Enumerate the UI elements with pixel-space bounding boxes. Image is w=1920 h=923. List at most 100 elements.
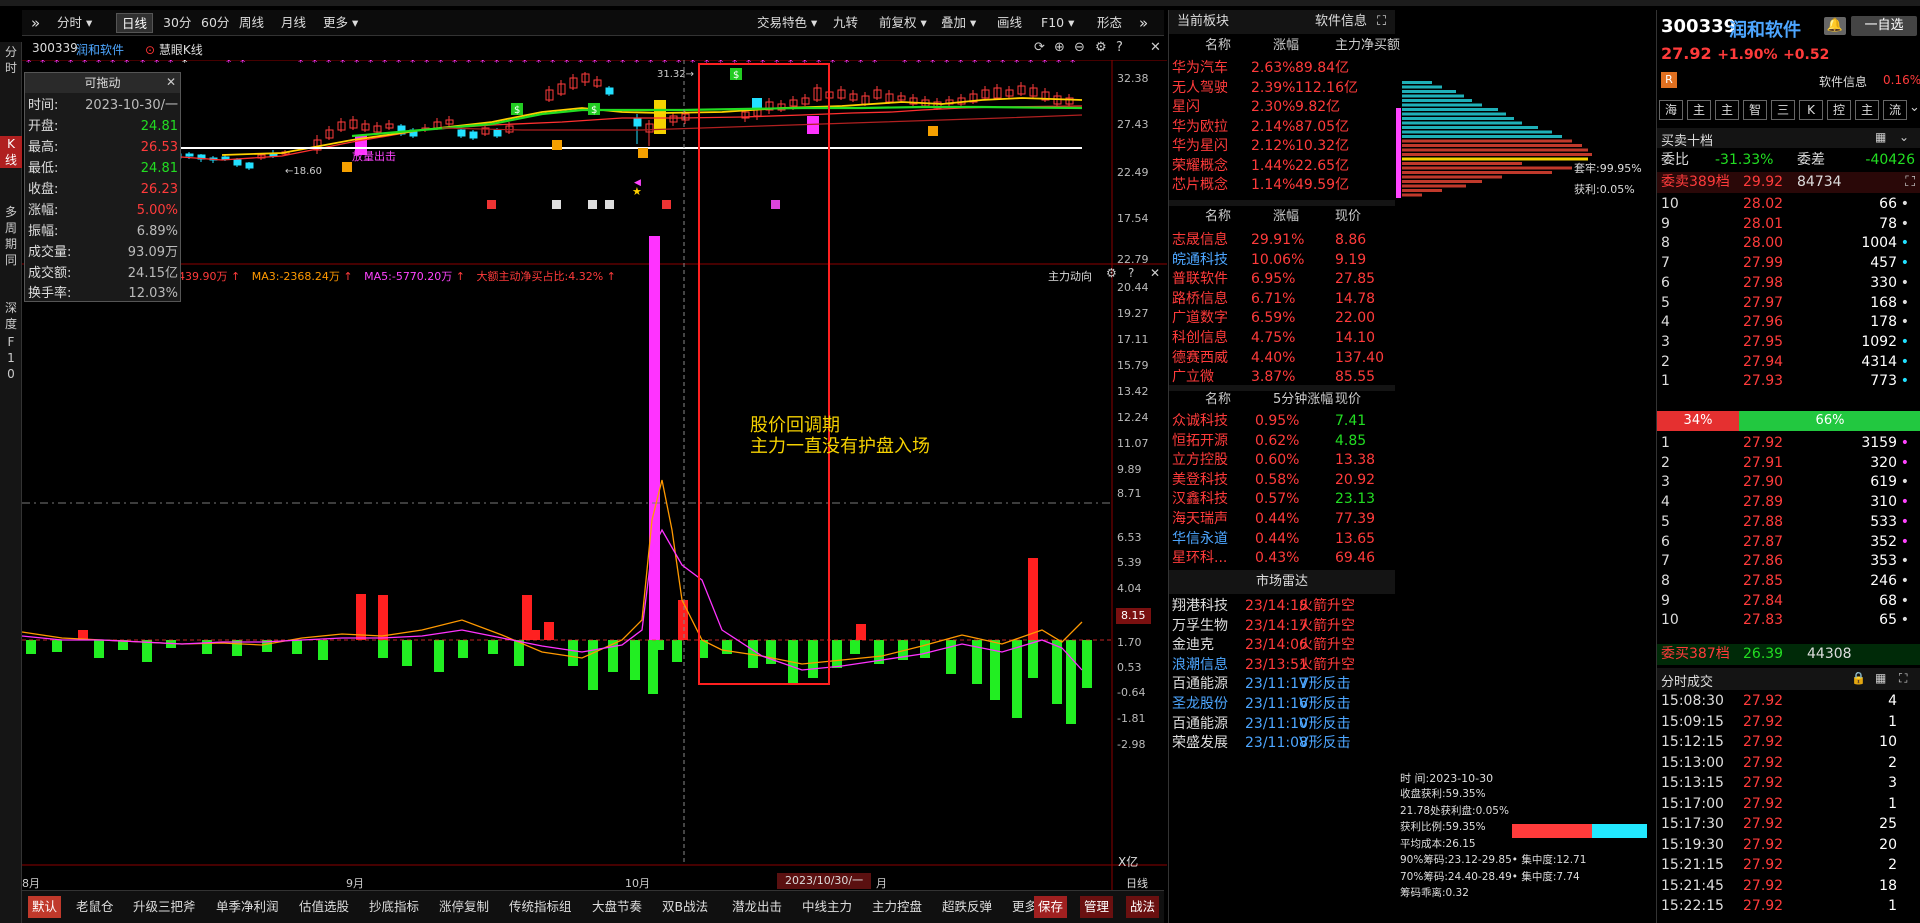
pattern-button[interactable]: 形态 bbox=[1092, 13, 1127, 33]
watchlist-button[interactable]: 一自选 bbox=[1851, 16, 1917, 36]
bottom-tab-0[interactable]: 默认 bbox=[28, 896, 62, 918]
buy-level[interactable]: 2 27.91 320 • bbox=[1657, 453, 1920, 474]
left-tab-du[interactable]: 度 bbox=[0, 316, 22, 332]
quick-icon-3[interactable]: 智 bbox=[1743, 100, 1767, 120]
quick-icon-7[interactable]: 主 bbox=[1855, 100, 1879, 120]
chevron-down-icon[interactable]: ⌄ bbox=[1909, 100, 1920, 115]
buy-level[interactable]: 5 27.88 533 • bbox=[1657, 512, 1920, 533]
flow-close-icon[interactable]: ✕ bbox=[1150, 266, 1160, 280]
collapse-icon[interactable]: » bbox=[26, 13, 45, 33]
bottom-tab-13[interactable]: 超跌反弹 bbox=[938, 896, 996, 918]
chevron-down-icon[interactable]: ⌄ bbox=[1899, 130, 1909, 144]
sell-level[interactable]: 4 27.96 178 • bbox=[1657, 312, 1920, 333]
plus-icon[interactable]: ⊕ bbox=[1054, 40, 1065, 55]
tab-daily[interactable]: 日线 bbox=[116, 13, 154, 33]
tab-60min[interactable]: 60分 bbox=[196, 13, 234, 33]
left-tab-f[interactable]: F bbox=[0, 334, 22, 350]
adjust-menu[interactable]: 前复权 ▾ bbox=[874, 13, 932, 33]
sell-level[interactable]: 3 27.95 1092 • bbox=[1657, 332, 1920, 353]
lock-icon[interactable]: 🔒 bbox=[1851, 671, 1866, 685]
flow-settings-icon[interactable]: ⚙ bbox=[1106, 266, 1117, 280]
bottom-tab-2[interactable]: 升级三把斧 bbox=[129, 896, 200, 918]
tab-fenshi[interactable]: 分时 ▾ bbox=[52, 13, 97, 33]
quick-icon-5[interactable]: K bbox=[1799, 100, 1823, 120]
left-tab-tong[interactable]: 同 bbox=[0, 252, 22, 268]
help-icon[interactable]: ? bbox=[1116, 40, 1123, 55]
draw-line-button[interactable]: 画线 bbox=[992, 13, 1027, 33]
tab-30min[interactable]: 30分 bbox=[158, 13, 196, 33]
radar-row[interactable]: 荣盛发展 23/11:08 V形反击 bbox=[1169, 731, 1395, 755]
info-close-icon[interactable]: ✕ bbox=[166, 75, 176, 89]
table-icon[interactable]: ▦ bbox=[1875, 130, 1886, 144]
bell-icon[interactable]: 🔔 bbox=[1824, 17, 1846, 35]
quick-icon-8[interactable]: 流 bbox=[1883, 100, 1907, 120]
left-tab-1[interactable]: 1 bbox=[0, 350, 22, 366]
table-icon[interactable]: ▦ bbox=[1875, 671, 1886, 685]
buy-level[interactable]: 3 27.90 619 • bbox=[1657, 472, 1920, 493]
close-icon[interactable]: ✕ bbox=[1150, 40, 1161, 55]
left-tab-xian[interactable]: 线 bbox=[0, 152, 22, 168]
buy-level[interactable]: 9 27.84 68 • bbox=[1657, 591, 1920, 612]
bottom-tab-1[interactable]: 老鼠仓 bbox=[72, 896, 118, 918]
indicator-name[interactable]: ⊙ 慧眼K线 bbox=[145, 41, 203, 58]
left-tab-duo[interactable]: 多 bbox=[0, 204, 22, 220]
sell-level[interactable]: 1 27.93 773 • bbox=[1657, 371, 1920, 392]
overlay-menu[interactable]: 叠加 ▾ bbox=[936, 13, 981, 33]
sell-level[interactable]: 7 27.99 457 • bbox=[1657, 253, 1920, 274]
nine-turns-button[interactable]: 九转 bbox=[828, 13, 863, 33]
bottom-tab-7[interactable]: 传统指标组 bbox=[505, 896, 576, 918]
save-button[interactable]: 保存 bbox=[1034, 896, 1068, 918]
bottom-tab-11[interactable]: 中线主力 bbox=[798, 896, 856, 918]
bottom-tab-12[interactable]: 主力控盘 bbox=[868, 896, 926, 918]
refresh-icon[interactable]: ⟳ bbox=[1034, 40, 1045, 55]
main-chart-area[interactable]: * * * * * * * * * * * * * * * * * * * * * * * * * * * * * * * * * * * * * * * *… bbox=[22, 60, 1167, 890]
tab-weekly[interactable]: 周线 bbox=[234, 13, 269, 33]
sector-row[interactable]: 芯片概念 1.14% 49.59亿 bbox=[1169, 173, 1395, 197]
info-panel-title[interactable]: 可拖动 bbox=[25, 73, 180, 93]
buy-level[interactable]: 4 27.89 310 • bbox=[1657, 492, 1920, 513]
expand-icon[interactable]: ⛶ bbox=[1377, 10, 1386, 34]
bottom-tab-8[interactable]: 大盘节奏 bbox=[588, 896, 646, 918]
left-tab-qi[interactable]: 期 bbox=[0, 236, 22, 252]
minus-icon[interactable]: ⊖ bbox=[1074, 40, 1085, 55]
quick-icon-6[interactable]: 控 bbox=[1827, 100, 1851, 120]
buy-level[interactable]: 6 27.87 352 • bbox=[1657, 532, 1920, 553]
bottom-tab-5[interactable]: 抄底指标 bbox=[365, 896, 423, 918]
left-tab-zhou[interactable]: 周 bbox=[0, 220, 22, 236]
tab-monthly[interactable]: 月线 bbox=[276, 13, 311, 33]
bottom-tab-4[interactable]: 估值选股 bbox=[295, 896, 353, 918]
left-tab-shi[interactable]: 时 bbox=[0, 60, 22, 76]
battle-button[interactable]: 战法 bbox=[1126, 896, 1160, 918]
sell-level[interactable]: 10 28.02 66 • bbox=[1657, 194, 1920, 215]
f10-menu[interactable]: F10 ▾ bbox=[1036, 13, 1079, 33]
bottom-tab-10[interactable]: 潜龙出击 bbox=[728, 896, 786, 918]
sell-level[interactable]: 2 27.94 4314 • bbox=[1657, 352, 1920, 373]
left-tab-0[interactable]: 0 bbox=[0, 366, 22, 382]
candle-info-panel[interactable]: 可拖动 ✕ 时间: 2023-10-30/一 开盘: 24.81 最高: 26.53 … bbox=[24, 72, 181, 302]
expand-icon[interactable]: ⛶ bbox=[1899, 671, 1907, 686]
sell-level[interactable]: 9 28.01 78 • bbox=[1657, 214, 1920, 235]
settings-icon[interactable]: ⚙ bbox=[1095, 40, 1107, 55]
left-tab-shen[interactable]: 深 bbox=[0, 300, 22, 316]
buy-level[interactable]: 8 27.85 246 • bbox=[1657, 571, 1920, 592]
expand-icon[interactable]: » bbox=[1134, 13, 1153, 33]
tab-more[interactable]: 更多 ▾ bbox=[318, 13, 363, 33]
manage-button[interactable]: 管理 bbox=[1080, 896, 1114, 918]
buy-level[interactable]: 1 27.92 3159 • bbox=[1657, 433, 1920, 454]
quick-icon-0[interactable]: 海 bbox=[1659, 100, 1683, 120]
sell-level[interactable]: 8 28.00 1004 • bbox=[1657, 233, 1920, 254]
flow-help-icon[interactable]: ? bbox=[1128, 266, 1134, 280]
bottom-tab-6[interactable]: 涨停复制 bbox=[435, 896, 493, 918]
trade-features-menu[interactable]: 交易特色 ▾ bbox=[752, 13, 822, 33]
bottom-tab-9[interactable]: 双B战法 bbox=[658, 896, 712, 918]
quick-icon-4[interactable]: 三 bbox=[1771, 100, 1795, 120]
left-tab-fen[interactable]: 分 bbox=[0, 44, 22, 60]
sell-level[interactable]: 5 27.97 168 • bbox=[1657, 293, 1920, 314]
fast-row[interactable]: 星环科... 0.43% 69.46 bbox=[1169, 546, 1395, 570]
buy-level[interactable]: 7 27.86 353 • bbox=[1657, 551, 1920, 572]
quick-icon-1[interactable]: 主 bbox=[1687, 100, 1711, 120]
software-info-link[interactable]: 软件信息 bbox=[1315, 10, 1367, 34]
left-tab-k[interactable]: K bbox=[0, 136, 22, 152]
buy-level[interactable]: 10 27.83 65 • bbox=[1657, 610, 1920, 631]
bottom-tab-3[interactable]: 单季净利润 bbox=[212, 896, 283, 918]
